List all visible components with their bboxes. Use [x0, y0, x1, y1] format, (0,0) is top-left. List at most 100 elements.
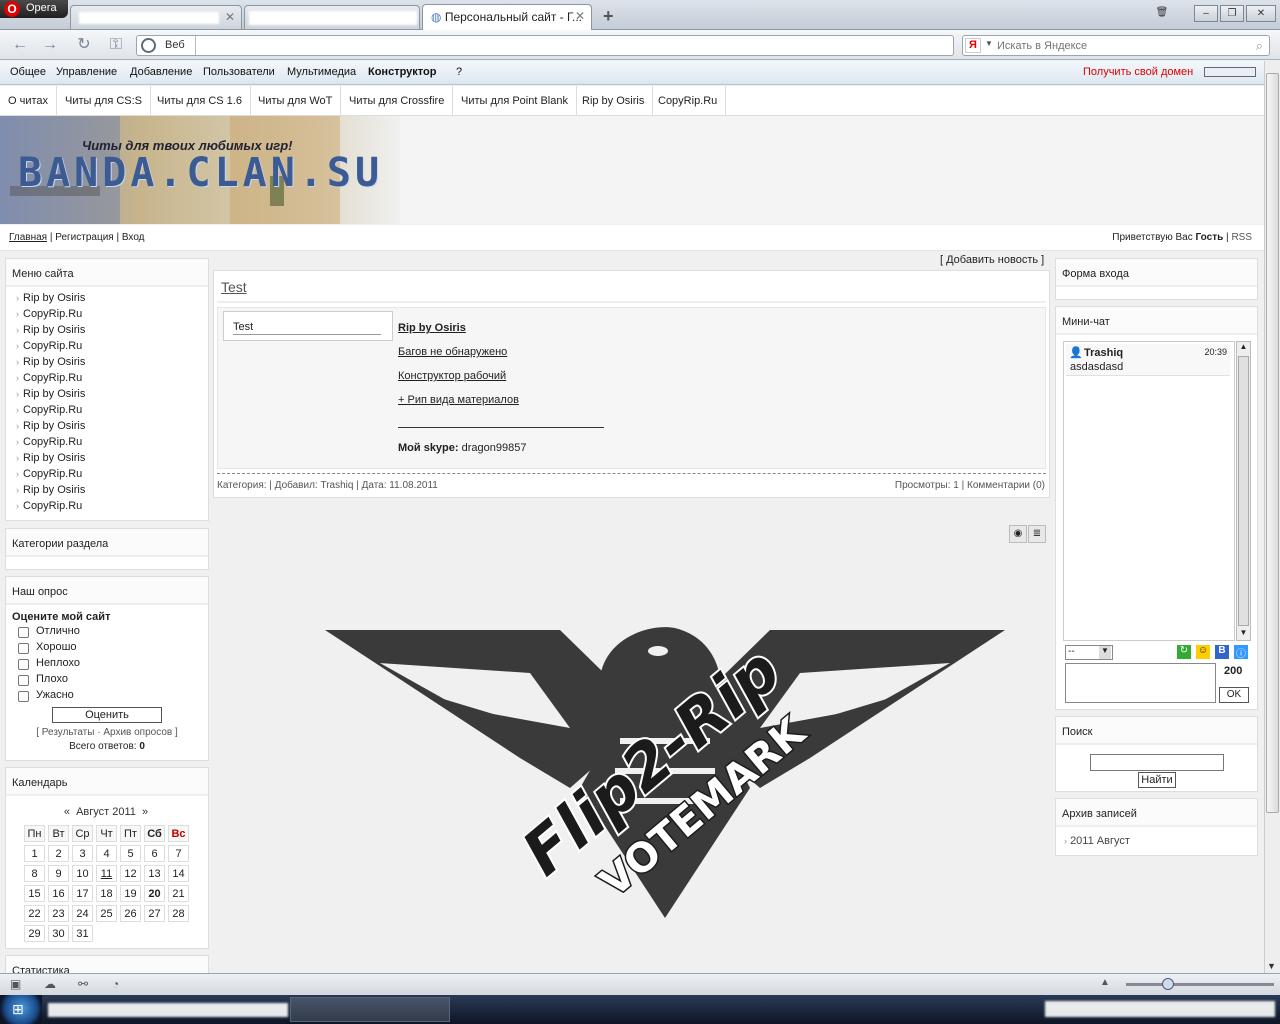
zoom-up-icon[interactable]: ▲ [1100, 977, 1110, 988]
poll-archive-link[interactable]: Архив опросов [103, 727, 172, 738]
site-search-button[interactable]: Найти [1138, 772, 1176, 788]
poll-option[interactable]: Неплохо [12, 657, 202, 673]
list-icon[interactable]: ≣ [1028, 525, 1046, 543]
bold-icon[interactable]: B [1215, 645, 1229, 659]
restore-button[interactable]: ❐ [1220, 5, 1244, 22]
site-search-input[interactable] [1090, 754, 1224, 771]
minimize-button[interactable]: – [1194, 5, 1218, 22]
radio-button[interactable] [18, 627, 29, 638]
speed-dial-icon[interactable]: ◔ [112, 977, 119, 991]
ucoz-menu-users[interactable]: Пользователи [203, 66, 275, 78]
menu-item[interactable]: › CopyRip.Ru [16, 372, 208, 388]
trash-icon[interactable]: 🗑 [1150, 5, 1174, 22]
taskbar-item[interactable] [48, 1003, 288, 1017]
home-link[interactable]: Главная [9, 232, 47, 243]
vote-button[interactable]: Оценить [52, 707, 162, 723]
tab-close-icon[interactable]: ✕ [225, 10, 235, 24]
ucoz-menu-general[interactable]: Общее [10, 66, 46, 78]
help-icon[interactable]: ⓘ [1234, 645, 1248, 660]
ucoz-bar-toggle[interactable] [1204, 67, 1256, 77]
address-bar[interactable]: Веб [136, 35, 954, 56]
poll-option[interactable]: Плохо [12, 673, 202, 689]
browser-tab-active[interactable]: ◍ Персональный сайт - Г... ✕ [422, 4, 592, 30]
calendar-prev-button[interactable]: « [64, 806, 70, 818]
search-box[interactable]: Я ▼ ⌕ [962, 35, 1270, 56]
rss-link[interactable]: RSS [1231, 232, 1252, 243]
menu-item[interactable]: › Rip by Osiris [16, 324, 208, 340]
nav-item-css[interactable]: Читы для CS:S [57, 86, 151, 116]
login-link[interactable]: Вход [122, 232, 145, 243]
reload-icon[interactable]: ↻ [74, 36, 94, 54]
nav-item-cs16[interactable]: Читы для CS 1.6 [149, 86, 251, 116]
chat-scrollbar[interactable]: ▲ ▼ [1236, 341, 1251, 641]
nav-item-about[interactable]: О читах [0, 86, 58, 116]
entry-title[interactable]: Test [221, 279, 247, 295]
tab-close-icon[interactable]: ✕ [575, 9, 585, 23]
browser-tab-2[interactable] [244, 5, 420, 29]
ucoz-menu-multimedia[interactable]: Мультимедиа [287, 66, 356, 78]
panel-toggle-icon[interactable]: ▣ [10, 977, 21, 991]
cloud-icon[interactable]: ☁ [44, 977, 56, 991]
browser-tab-1[interactable]: ✕ [70, 5, 242, 29]
menu-item[interactable]: › CopyRip.Ru [16, 436, 208, 452]
key-icon[interactable]: ⚿ [106, 36, 126, 54]
calendar-day[interactable]: 11 [96, 865, 117, 882]
menu-item[interactable]: › CopyRip.Ru [16, 468, 208, 484]
search-input[interactable] [997, 38, 1247, 53]
menu-item[interactable]: › CopyRip.Ru [16, 308, 208, 324]
forward-icon[interactable]: → [40, 36, 60, 54]
search-engine-dropdown-icon[interactable]: ▼ [985, 39, 993, 48]
ucoz-menu-add[interactable]: Добавление [130, 66, 192, 78]
poll-results-link[interactable]: Результаты [42, 727, 95, 738]
menu-item[interactable]: › CopyRip.Ru [16, 340, 208, 356]
chat-message-input[interactable] [1065, 663, 1216, 703]
nav-item-crossfire[interactable]: Читы для Crossfire [341, 86, 454, 116]
eye-icon[interactable]: ◉ [1009, 525, 1027, 543]
close-window-button[interactable]: ✕ [1246, 5, 1276, 22]
zoom-slider-handle[interactable] [1162, 978, 1174, 990]
share-icon[interactable]: ⚯ [78, 977, 88, 991]
opera-menu-button[interactable]: O Opera [0, 0, 68, 18]
entry-line-2[interactable]: Багов не обнаружено [398, 346, 507, 358]
site-logo[interactable]: BANDA.CLAN.SU [18, 150, 383, 196]
radio-button[interactable] [18, 659, 29, 670]
menu-item[interactable]: › Rip by Osiris [16, 388, 208, 404]
menu-item[interactable]: › Rip by Osiris [16, 484, 208, 500]
get-domain-link[interactable]: Получить свой домен [1083, 66, 1193, 78]
radio-button[interactable] [18, 643, 29, 654]
new-tab-button[interactable]: + [603, 6, 614, 27]
ucoz-menu-help[interactable]: ? [456, 66, 462, 78]
add-news-link[interactable]: [ Добавить новость ] [940, 254, 1044, 266]
entry-line-1[interactable]: Rip by Osiris [398, 322, 466, 334]
poll-option[interactable]: Хорошо [12, 641, 202, 657]
page-scrollbar[interactable]: ▼ [1264, 61, 1280, 973]
radio-button[interactable] [18, 691, 29, 702]
entry-thumbnail[interactable]: Test [223, 311, 393, 341]
taskbar-item[interactable] [290, 997, 450, 1022]
chat-user[interactable]: Trashiq [1084, 347, 1123, 359]
back-icon[interactable]: ← [10, 36, 30, 54]
register-link[interactable]: Регистрация [55, 232, 113, 243]
nav-item-copyrip[interactable]: CopyRip.Ru [650, 86, 727, 116]
menu-item[interactable]: › Rip by Osiris [16, 452, 208, 468]
poll-option[interactable]: Отлично [12, 625, 202, 641]
menu-item[interactable]: › CopyRip.Ru [16, 500, 208, 516]
yandex-icon[interactable]: Я [965, 38, 981, 53]
calendar-next-button[interactable]: » [142, 806, 148, 818]
ucoz-menu-manage[interactable]: Управление [56, 66, 117, 78]
radio-button[interactable] [18, 675, 29, 686]
nav-item-pointblank[interactable]: Читы для Point Blank [453, 86, 577, 116]
menu-item[interactable]: › Rip by Osiris [16, 420, 208, 436]
scroll-down-icon[interactable]: ▼ [1267, 961, 1276, 971]
nav-item-wot[interactable]: Читы для WoT [250, 86, 342, 116]
scrollbar-thumb[interactable] [1266, 73, 1279, 813]
menu-item[interactable]: › Rip by Osiris [16, 356, 208, 372]
refresh-icon[interactable]: ↻ [1177, 645, 1191, 659]
menu-item[interactable]: › Rip by Osiris [16, 292, 208, 308]
start-button[interactable]: ⊞ [0, 995, 42, 1024]
search-icon[interactable]: ⌕ [1256, 38, 1263, 54]
smiley-icon[interactable]: ☺ [1196, 645, 1210, 659]
entry-line-3[interactable]: Конструктор рабочий [398, 370, 506, 382]
ucoz-menu-constructor[interactable]: Конструктор [368, 66, 436, 78]
chat-smiley-select[interactable]: -- ▼ [1065, 645, 1113, 660]
